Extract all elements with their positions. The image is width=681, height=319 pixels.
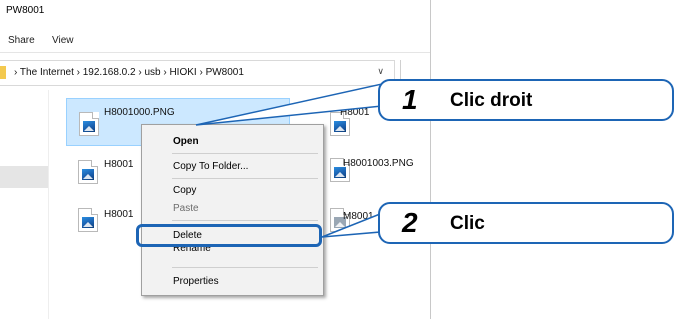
- step-label: Clic droit: [450, 90, 533, 111]
- step-number: 1: [402, 84, 418, 115]
- callout-step-1: 1 Clic droit: [378, 79, 674, 121]
- callout-step-2: 2 Clic: [378, 202, 674, 244]
- callout-pointers: [195, 83, 383, 238]
- callout-1-pointer: [195, 83, 383, 126]
- step-label: Clic: [450, 213, 485, 234]
- callout-2-pointer: [321, 212, 381, 238]
- step-number: 2: [402, 207, 418, 238]
